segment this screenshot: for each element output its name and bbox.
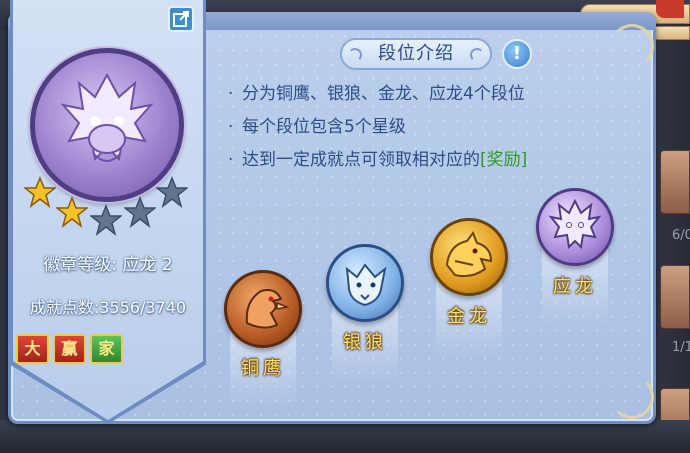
info-icon[interactable]: ! (502, 39, 532, 69)
title-tag: 家 (90, 334, 123, 364)
background-number: 1/10 (672, 340, 690, 355)
swirl-ornament-icon (348, 48, 362, 62)
dragon-icon (430, 218, 508, 296)
badge-level-label: 徽章等级: 应龙 2 (43, 255, 173, 275)
tier-silver-wolf[interactable]: 银狼 (326, 244, 404, 384)
tier-label: 铜鹰 (241, 358, 285, 379)
decorative-red-tab (656, 0, 684, 18)
winged-dragon-icon (536, 188, 614, 266)
rule-item: · 分为铜鹰、银狼、金龙、应龙4个段位 (228, 84, 525, 104)
badge-star-rating (24, 176, 194, 236)
title-tag: 大 (16, 334, 49, 364)
title-tag: 赢 (53, 334, 86, 364)
star-empty-icon (124, 196, 156, 228)
star-empty-icon (90, 204, 122, 236)
tier-label: 金龙 (447, 306, 491, 327)
reward-link[interactable]: [奖励] (480, 150, 527, 170)
title-tags: 大 赢 家 (16, 334, 123, 364)
star-empty-icon (156, 176, 188, 208)
star-filled-icon (24, 176, 56, 208)
tier-winged-dragon[interactable]: 应龙 (536, 188, 614, 328)
background-bottom-strip (0, 420, 690, 453)
corner-cloud-ornament (610, 24, 654, 68)
tier-label: 应龙 (553, 276, 597, 297)
swirl-ornament-icon (470, 48, 484, 62)
rule-item: · 每个段位包含5个星级 (228, 117, 406, 137)
rank-rules-list: · 分为铜鹰、银狼、金龙、应龙4个段位 · 每个段位包含5个星级 · 达到一定成就点可… (228, 82, 527, 181)
tier-bronze-eagle[interactable]: 铜鹰 (224, 270, 302, 410)
background-number: 6/06 (672, 228, 690, 243)
share-icon[interactable] (168, 6, 194, 32)
rank-intro-title: 段位介绍 (340, 38, 492, 70)
wolf-icon (326, 244, 404, 322)
rank-intro-title-text: 段位介绍 (378, 43, 454, 64)
corner-cloud-ornament (610, 375, 654, 419)
background-card (660, 150, 690, 214)
tier-gold-dragon[interactable]: 金龙 (430, 218, 508, 358)
eagle-icon (224, 270, 302, 348)
background-card (660, 265, 690, 329)
achievement-points-label: 成就点数:3556/3740 (29, 298, 187, 317)
rule-item: · 达到一定成就点可领取相对应的[奖励] (228, 150, 528, 170)
star-filled-icon (56, 196, 88, 228)
tier-label: 银狼 (343, 332, 387, 353)
